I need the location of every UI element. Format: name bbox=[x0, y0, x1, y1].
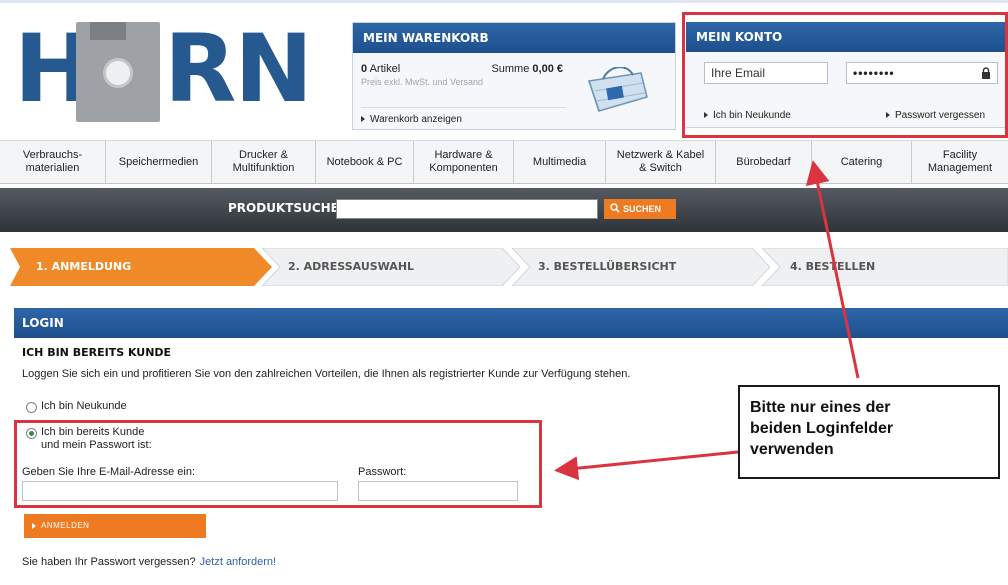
nav-item-label: Verbrauchs- materialien bbox=[22, 149, 83, 174]
nav-item-catering[interactable]: Catering bbox=[812, 141, 912, 183]
arrow-right-icon bbox=[361, 116, 365, 123]
cart-sum: Summe 0,00 € bbox=[491, 63, 563, 75]
floppy-disk-hole bbox=[103, 58, 133, 88]
nav-item-multimedia[interactable]: Multimedia bbox=[514, 141, 606, 183]
arrow-to-login bbox=[554, 450, 739, 481]
callout-line: beiden Loginfelder bbox=[750, 420, 894, 437]
product-search-bar: PRODUKTSUCHE SUCHEN bbox=[0, 188, 1008, 232]
nav-item-verbrauchsmaterialien[interactable]: Verbrauchs- materialien bbox=[0, 141, 106, 183]
login-submit-button[interactable]: ANMELDEN bbox=[24, 514, 206, 538]
radio-new-customer-label[interactable]: Ich bin Neukunde bbox=[41, 400, 127, 412]
forgot-password-row: Sie haben Ihr Passwort vergessen? Jetzt a… bbox=[22, 556, 277, 568]
search-input[interactable] bbox=[336, 199, 598, 219]
annotation-frame-account bbox=[682, 12, 1008, 138]
nav-item-label: Multimedia bbox=[532, 155, 587, 168]
show-cart-link[interactable]: Warenkorb anzeigen bbox=[361, 107, 566, 125]
nav-item-netzwerk[interactable]: Netzwerk & Kabel & Switch bbox=[606, 141, 716, 183]
nav-item-label: Hardware & Komponenten bbox=[429, 149, 498, 174]
login-title: LOGIN bbox=[14, 308, 1008, 338]
floppy-disk-slot bbox=[90, 22, 126, 40]
nav-item-speichermedien[interactable]: Speichermedien bbox=[106, 141, 212, 183]
cart-item-count: 0 Artikel bbox=[361, 63, 401, 75]
nav-item-label: Bürobedarf bbox=[736, 155, 791, 168]
nav-item-label: Speichermedien bbox=[118, 155, 199, 168]
category-nav: Verbrauchs- materialien Speichermedien D… bbox=[0, 140, 1008, 184]
step-bestelluebersicht: 3. BESTELLÜBERSICHT bbox=[512, 248, 770, 286]
callout-line: Bitte nur eines der bbox=[750, 399, 891, 416]
step-label: 3. BESTELLÜBERSICHT bbox=[538, 260, 677, 273]
nav-item-label: Catering bbox=[840, 155, 883, 168]
callout-line: verwenden bbox=[750, 441, 834, 458]
top-divider bbox=[0, 0, 1008, 3]
search-label: PRODUKTSUCHE bbox=[228, 201, 339, 215]
login-subheading: ICH BIN BEREITS KUNDE bbox=[22, 346, 172, 359]
login-intro-text: Loggen Sie sich ein und profitieren Sie … bbox=[22, 368, 631, 380]
nav-item-facility[interactable]: Facility Management bbox=[912, 141, 1008, 183]
step-label: 1. ANMELDUNG bbox=[36, 260, 132, 273]
annotation-callout: Bitte nur eines der beiden Loginfelder v… bbox=[738, 385, 1000, 479]
logo-letters-rn: RN bbox=[164, 15, 313, 124]
search-button[interactable]: SUCHEN bbox=[604, 199, 676, 219]
search-icon bbox=[610, 203, 620, 213]
step-label: 2. ADRESSAUSWAHL bbox=[288, 260, 415, 273]
arrow-right-icon bbox=[32, 522, 36, 529]
cart-price-note: Preis exkl. MwSt. und Versand bbox=[361, 77, 484, 87]
horn-logo[interactable]: H RN bbox=[14, 18, 313, 128]
nav-item-label: Netzwerk & Kabel & Switch bbox=[616, 149, 705, 174]
radio-new-customer[interactable] bbox=[26, 402, 37, 413]
shopping-basket-icon bbox=[588, 67, 648, 112]
checkout-steps: 1. ANMELDUNG 2. ADRESSAUSWAHL 3. BESTELL… bbox=[0, 248, 1008, 288]
cart-title: MEIN WARENKORB bbox=[353, 23, 675, 53]
nav-item-label: Notebook & PC bbox=[326, 155, 403, 168]
step-label: 4. BESTELLEN bbox=[790, 260, 876, 273]
nav-item-buerobedarf[interactable]: Bürobedarf bbox=[716, 141, 812, 183]
nav-item-label: Drucker & Multifunktion bbox=[232, 149, 295, 174]
nav-item-hardware[interactable]: Hardware & Komponenten bbox=[414, 141, 514, 183]
request-password-link[interactable]: Jetzt anfordern! bbox=[200, 556, 276, 568]
step-anmeldung: 1. ANMELDUNG bbox=[10, 248, 272, 286]
cart-panel: MEIN WARENKORB 0 Artikel Summe 0,00 € Pr… bbox=[352, 22, 676, 130]
nav-item-drucker[interactable]: Drucker & Multifunktion bbox=[212, 141, 316, 183]
step-adressauswahl: 2. ADRESSAUSWAHL bbox=[262, 248, 520, 286]
annotation-frame-login bbox=[14, 420, 542, 508]
step-bestellen: 4. BESTELLEN bbox=[762, 248, 1008, 286]
nav-item-label: Facility Management bbox=[927, 149, 993, 174]
nav-item-notebook[interactable]: Notebook & PC bbox=[316, 141, 414, 183]
